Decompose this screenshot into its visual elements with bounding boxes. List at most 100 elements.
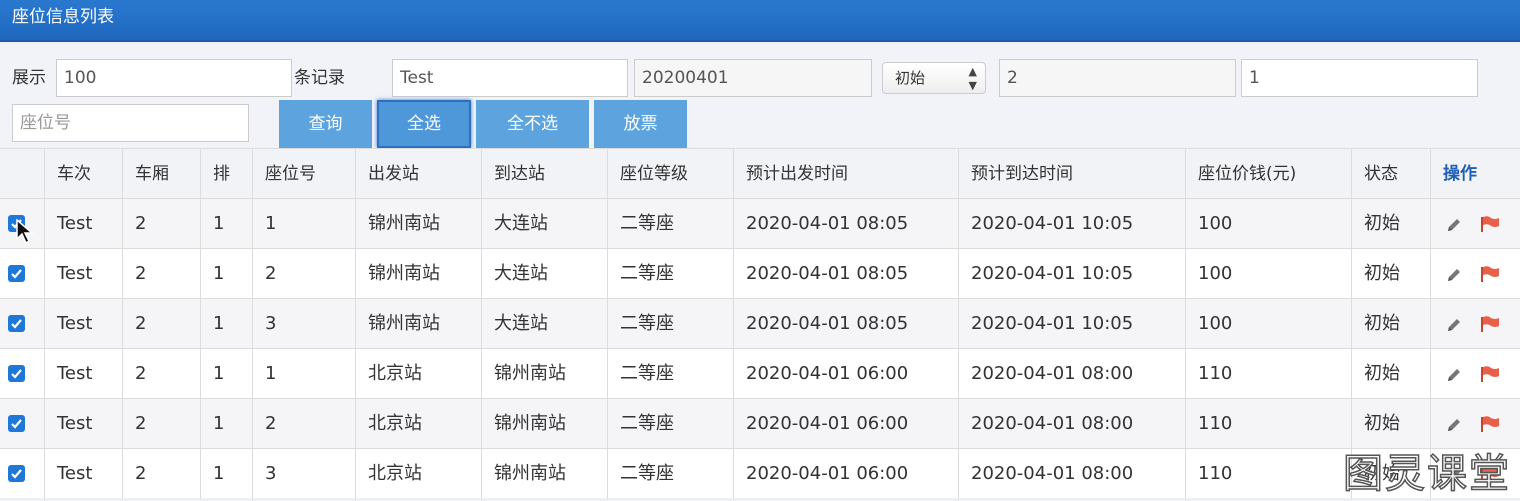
train-input[interactable]: Test	[392, 59, 628, 97]
column-header: 出发站	[355, 149, 481, 199]
column-header: 车厢	[122, 149, 200, 199]
table-row: Test 2 1 2 锦州南站 大连站 二等座 2020-04-01 08:05 2020-04…	[0, 248, 1520, 299]
column-header: 预计到达时间	[958, 149, 1185, 199]
header-bar: 座位信息列表	[0, 0, 1520, 42]
table-row: Test 2 1 2 北京站 锦州南站 二等座 2020-04-01 06:00 2020-04…	[0, 398, 1520, 449]
table-cell: 1	[252, 199, 355, 249]
page-title: 座位信息列表	[12, 7, 114, 27]
table-cell: 2020-04-01 10:05	[958, 249, 1185, 299]
action-cell	[1430, 299, 1520, 349]
table-cell: 大连站	[481, 199, 607, 249]
table-cell: 二等座	[607, 199, 733, 249]
column-header: 预计出发时间	[733, 149, 958, 199]
row-checkbox[interactable]	[8, 265, 25, 282]
column-header: 到达站	[481, 149, 607, 199]
flag-icon[interactable]	[1479, 415, 1501, 433]
pencil-icon[interactable]	[1445, 216, 1463, 234]
table-cell: 2020-04-01 08:05	[733, 199, 958, 249]
query-button[interactable]: 查询	[279, 100, 372, 148]
table-cell: 2	[122, 399, 200, 449]
table-cell: 100	[1185, 199, 1351, 249]
table-cell: 2	[122, 349, 200, 399]
table-cell: 1	[200, 399, 252, 449]
table-cell: 1	[200, 299, 252, 349]
pencil-icon[interactable]	[1445, 366, 1463, 384]
select-none-button[interactable]: 全不选	[476, 100, 589, 148]
column-header: 座位等级	[607, 149, 733, 199]
table-cell: 初始	[1351, 399, 1430, 449]
watermark-text: 图灵课堂	[1342, 450, 1511, 498]
table-cell: 1	[252, 349, 355, 399]
table-cell: 二等座	[607, 299, 733, 349]
table-row: Test 2 1 1 锦州南站 大连站 二等座 2020-04-01 08:05 2020-04…	[0, 198, 1520, 249]
table-cell: 110	[1185, 399, 1351, 449]
flag-icon[interactable]	[1479, 365, 1501, 383]
records-label: 条记录	[294, 68, 345, 88]
flag-icon[interactable]	[1479, 215, 1501, 233]
table-cell: Test	[44, 299, 122, 349]
table-cell: 110	[1185, 449, 1351, 499]
date-input[interactable]: 20200401	[634, 59, 872, 97]
table-cell: 2020-04-01 08:00	[958, 349, 1185, 399]
pencil-icon[interactable]	[1445, 416, 1463, 434]
action-cell	[1430, 349, 1520, 399]
table-cell: 二等座	[607, 249, 733, 299]
table-cell: 初始	[1351, 349, 1430, 399]
table-cell: 锦州南站	[481, 399, 607, 449]
column-header: 座位号	[252, 149, 355, 199]
table-cell: 3	[252, 299, 355, 349]
table-cell: 锦州南站	[355, 199, 481, 249]
checkmark-icon	[11, 369, 22, 379]
table-cell: 大连站	[481, 299, 607, 349]
column-header: 车次	[44, 149, 122, 199]
row-checkbox-cell	[0, 399, 44, 449]
release-button[interactable]: 放票	[594, 100, 687, 148]
table-cell: Test	[44, 349, 122, 399]
table-cell: 锦州南站	[355, 299, 481, 349]
table-cell: 锦州南站	[355, 249, 481, 299]
row-checkbox-cell	[0, 349, 44, 399]
row-checkbox[interactable]	[8, 465, 25, 482]
pencil-icon[interactable]	[1445, 266, 1463, 284]
column-header: 排	[200, 149, 252, 199]
table-cell: 2020-04-01 08:00	[958, 449, 1185, 499]
table-cell: 初始	[1351, 299, 1430, 349]
row-input[interactable]: 1	[1241, 59, 1478, 97]
table-header-row: 车次 车厢排座位号 出发站 到达站 座位等级 预计出发时间 预计到达时间 座位价钱(元) 状态操…	[0, 148, 1520, 199]
table-cell: 2020-04-01 06:00	[733, 449, 958, 499]
table-cell: 2020-04-01 06:00	[733, 399, 958, 449]
seat-number-input[interactable]: 座位号	[12, 104, 249, 142]
show-label: 展示	[12, 68, 46, 88]
row-checkbox-cell	[0, 249, 44, 299]
table-cell: Test	[44, 249, 122, 299]
table-cell: Test	[44, 449, 122, 499]
column-header: 座位价钱(元)	[1185, 149, 1351, 199]
table-cell: 二等座	[607, 349, 733, 399]
mouse-cursor-icon	[16, 219, 35, 245]
action-cell	[1430, 199, 1520, 249]
row-checkbox-cell	[0, 449, 44, 499]
pencil-icon[interactable]	[1445, 316, 1463, 334]
row-checkbox[interactable]	[8, 415, 25, 432]
table-row: Test 2 1 1 北京站 锦州南站 二等座 2020-04-01 06:00 2020-04…	[0, 348, 1520, 399]
page-size-input[interactable]: 100	[56, 59, 292, 97]
flag-icon[interactable]	[1479, 265, 1501, 283]
checkmark-icon	[11, 269, 22, 279]
table-cell: 2	[122, 299, 200, 349]
table-cell: 2020-04-01 08:05	[733, 299, 958, 349]
table-cell: 二等座	[607, 449, 733, 499]
header-checkbox-cell	[0, 149, 44, 199]
action-cell	[1430, 399, 1520, 449]
flag-icon[interactable]	[1479, 315, 1501, 333]
status-select[interactable]: 初始 ▲ ▼	[882, 62, 986, 94]
row-checkbox[interactable]	[8, 315, 25, 332]
table-cell: 1	[200, 199, 252, 249]
table-cell: 100	[1185, 249, 1351, 299]
column-header: 状态	[1351, 149, 1430, 199]
row-checkbox[interactable]	[8, 365, 25, 382]
select-all-button[interactable]: 全选	[377, 100, 471, 148]
carriage-input[interactable]: 2	[999, 59, 1236, 97]
select-arrows-icon: ▲ ▼	[968, 65, 977, 92]
action-cell	[1430, 249, 1520, 299]
column-header: 操作	[1430, 149, 1520, 199]
